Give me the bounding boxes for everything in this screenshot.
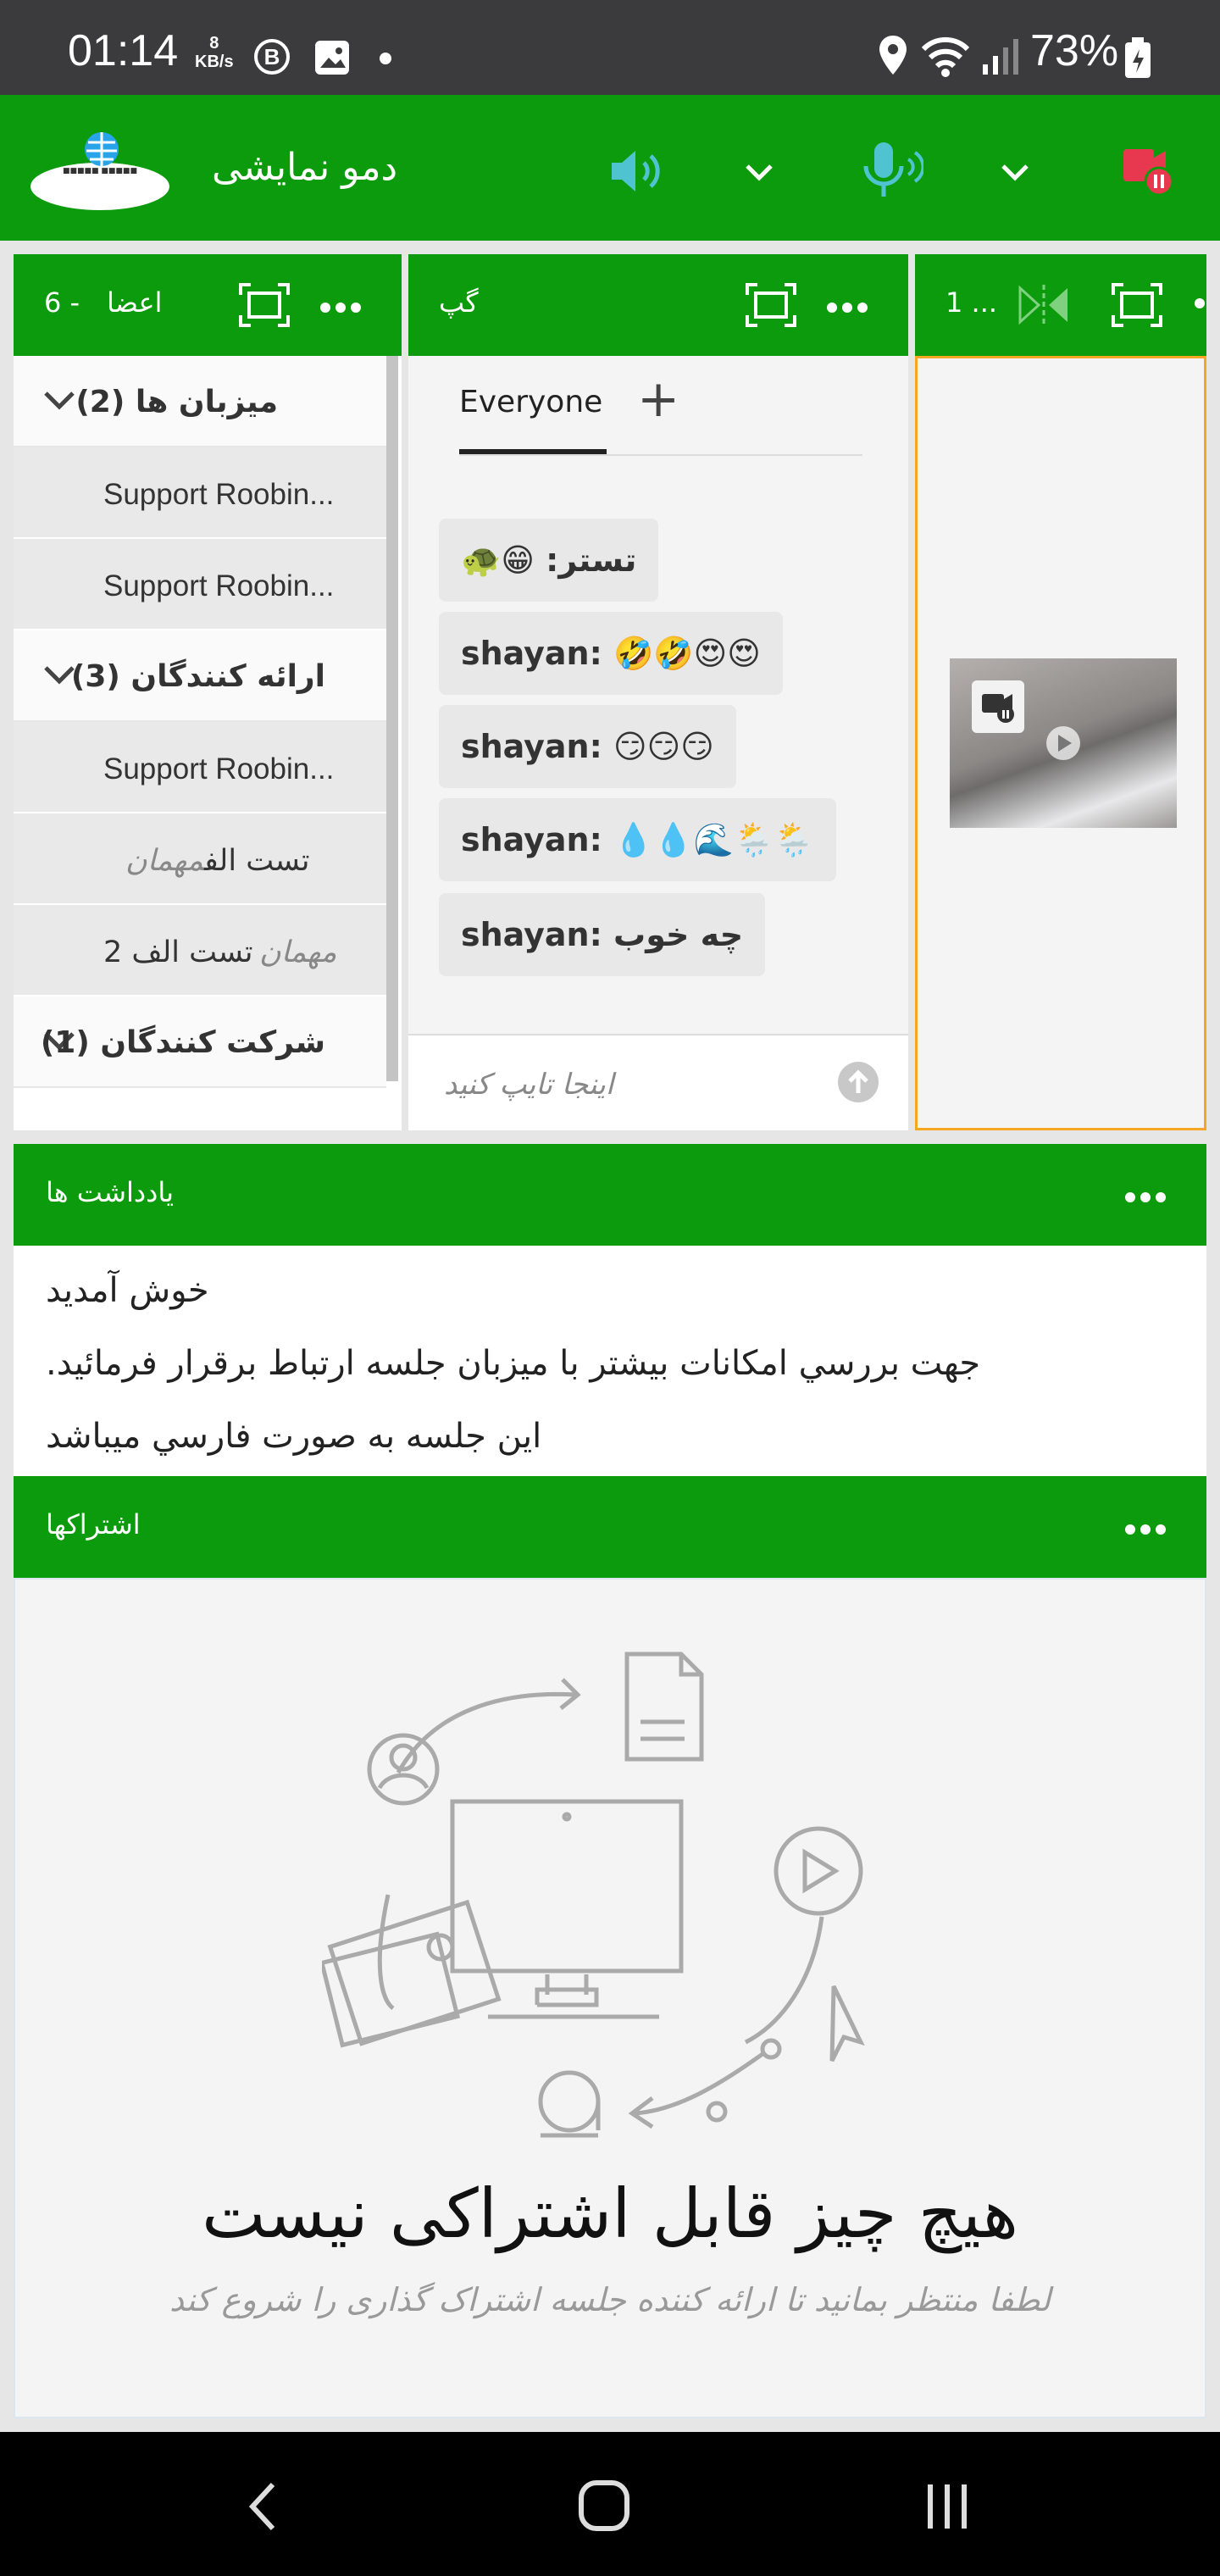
mirror-icon[interactable] (1017, 281, 1071, 329)
more-options-icon[interactable] (827, 300, 873, 316)
guest-name: تست الف (203, 844, 310, 878)
message-text: 🤣🤣😍😍 (613, 635, 761, 672)
list-item[interactable]: Support Roobin... (14, 539, 386, 630)
more-options-icon[interactable] (1125, 1190, 1171, 1206)
attendees-list: میزبان ها (2) Support Roobin... Support … (14, 356, 386, 1130)
battery-icon (1125, 37, 1151, 78)
chevron-down-icon[interactable] (742, 161, 776, 183)
message-text: 😏😏😏 (613, 728, 714, 765)
message-text: 😁🐢 (461, 541, 535, 579)
chat-message: shayan: چه خوب (439, 893, 766, 976)
notes-line: خوش آمديد (46, 1271, 209, 1310)
chat-message: shayan: 💧💧🌊🌦️🌦️ (439, 798, 836, 881)
net-speed: 8 KB/s (195, 34, 234, 71)
video-thumbnail[interactable] (950, 658, 1177, 828)
message-sender: shayan: (461, 635, 602, 672)
message-text: 💧💧🌊🌦️🌦️ (613, 821, 814, 858)
tab-everyone[interactable]: Everyone (459, 385, 602, 419)
chat-input[interactable]: اینجا تایپ کنید (444, 1068, 613, 1102)
b-badge-icon: B (254, 39, 290, 75)
chevron-down-icon[interactable] (998, 161, 1032, 183)
attendees-pod: اعضا 6 - میزبان ها (2) Support Roobin...… (14, 254, 402, 1130)
list-item[interactable]: Support Roobin... (14, 447, 386, 539)
chat-title: گپ (439, 286, 479, 319)
user-name: Support Roobin... (103, 478, 335, 511)
home-icon[interactable] (576, 2478, 632, 2534)
signal-icon (983, 39, 1018, 75)
chat-input-bar: اینجا تایپ کنید (408, 1034, 908, 1130)
app-title: دمو نمایشی (212, 146, 398, 189)
attendees-header: اعضا 6 - (14, 254, 402, 356)
section-hosts[interactable]: میزبان ها (2) (14, 356, 386, 447)
section-label: شرکت کنندگان (1) (40, 1025, 325, 1060)
microphone-icon[interactable] (861, 141, 923, 200)
chat-message: shayan: 🤣🤣😍😍 (439, 612, 783, 695)
scrollbar[interactable] (386, 356, 398, 1081)
chevron-down-icon[interactable] (41, 381, 78, 419)
chat-header: گپ (408, 254, 908, 356)
share-empty-subtitle: لطفا منتظر بمانید تا ارائه کننده جلسه اش… (169, 2281, 1051, 2318)
guest-role: مهمان (125, 844, 204, 878)
camera-pause-icon[interactable] (972, 680, 1024, 733)
user-name: Support Roobin... (103, 569, 335, 602)
message-text: چه خوب (613, 916, 744, 953)
video-title: 1 ... (946, 286, 998, 319)
fullscreen-icon[interactable] (744, 281, 798, 329)
globe-logo-icon: ■■■■■ ■■■■■ (30, 132, 169, 210)
more-options-icon[interactable] (1195, 298, 1205, 308)
speaker-icon[interactable] (607, 146, 668, 197)
notes-header: یادداشت ها (14, 1144, 1206, 1246)
attendees-count: 6 - (44, 286, 80, 319)
share-empty-illustration-icon (322, 1652, 865, 2138)
share-header: اشتراکها (14, 1476, 1206, 1578)
more-options-icon[interactable] (320, 300, 366, 316)
play-icon[interactable] (1043, 723, 1084, 763)
guest-user: تست الف 2 (103, 935, 252, 969)
video-header: 1 ... (915, 254, 1206, 356)
notes-title: یادداشت ها (46, 1176, 175, 1208)
message-sender: shayan: (461, 821, 602, 858)
add-tab-button[interactable]: + (637, 369, 679, 429)
fullscreen-icon[interactable] (1110, 281, 1164, 329)
status-time: 01:14 (68, 26, 179, 75)
list-item[interactable]: تست الفمهمان (14, 813, 386, 905)
record-pause-icon[interactable] (1118, 144, 1178, 198)
battery-percent: 73% (1030, 26, 1119, 75)
notes-line: اين جلسه به صورت فارسي ميباشد (46, 1417, 542, 1456)
status-bar: 01:14 8 KB/s B 73% (0, 0, 1220, 95)
chat-message: shayan: 😏😏😏 (439, 705, 736, 788)
svg-text:■■■■■ ■■■■■: ■■■■■ ■■■■■ (63, 167, 137, 175)
share-empty-title: هیچ چیز قابل اشتراکی نیست (202, 2174, 1018, 2253)
chat-message: تستر: 😁🐢 (439, 519, 659, 602)
attendees-title: اعضا (107, 286, 163, 319)
share-title: اشتراکها (46, 1508, 141, 1541)
wifi-icon (921, 36, 970, 77)
user-name: Support Roobin... (103, 752, 335, 786)
list-item[interactable]: Support Roobin... (14, 722, 386, 813)
tab-divider (459, 454, 862, 456)
section-presenters[interactable]: ارائه کنندگان (3) (14, 630, 386, 722)
guest-user: تست الفمهمان (103, 844, 310, 878)
section-label: میزبان ها (2) (75, 385, 278, 419)
fullscreen-icon[interactable] (237, 281, 291, 329)
recents-icon[interactable] (923, 2481, 971, 2532)
section-label: ارائه کنندگان (3) (70, 659, 325, 694)
guest-name: تست الف 2 (103, 935, 253, 969)
list-item[interactable]: تست الف 2 مهمان (14, 905, 386, 997)
send-icon[interactable] (837, 1061, 879, 1103)
location-icon (879, 36, 907, 75)
dot-icon (380, 53, 391, 64)
video-area (915, 356, 1206, 1130)
back-icon[interactable] (246, 2479, 280, 2534)
system-nav-bar (0, 2432, 1220, 2576)
gallery-icon (315, 41, 349, 75)
notes-line: جهت بررسي امکانات بيشتر با ميزبان جلسه ا… (46, 1344, 981, 1383)
message-sender: shayan: (461, 728, 602, 765)
section-participants[interactable]: شرکت کنندگان (1) (14, 997, 386, 1088)
message-sender: shayan: (461, 916, 602, 953)
guest-role: مهمان (259, 935, 337, 969)
message-sender: تستر: (546, 541, 637, 579)
more-options-icon[interactable] (1125, 1522, 1171, 1538)
